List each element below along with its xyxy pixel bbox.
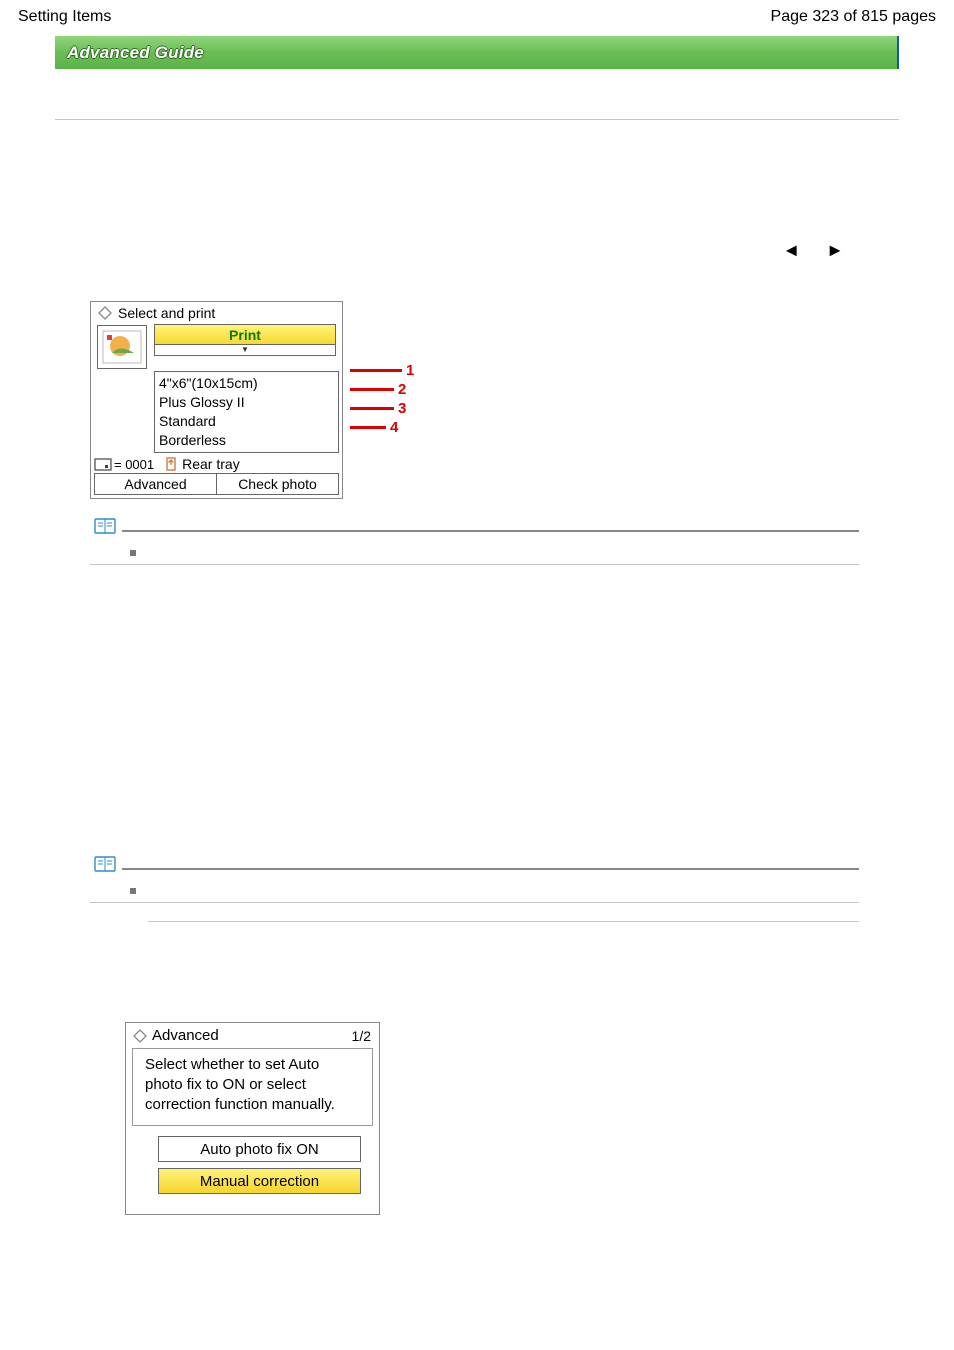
print-button[interactable]: Print (154, 324, 336, 345)
copy-count-label: = 0001 (114, 457, 154, 472)
print-button-label: Print (229, 327, 261, 343)
advanced-settings-screenshot: Advanced 1/2 Select whether to set Auto … (125, 1022, 380, 1215)
dropdown-indicator-icon[interactable]: ▼ (154, 345, 336, 356)
option-label: Manual correction (200, 1173, 319, 1190)
photo-thumbnail (97, 325, 147, 369)
page-counter: Page 323 of 815 pages (771, 8, 936, 26)
advanced-panel-title: Advanced (152, 1027, 219, 1044)
desc-line: Select whether to set Auto (145, 1055, 364, 1075)
next-arrow-icon[interactable]: ► (826, 240, 844, 261)
callout-2: 2 (398, 381, 406, 398)
prev-arrow-icon[interactable]: ◄ (782, 240, 800, 261)
nav-arrows: ◄ ► (55, 240, 899, 261)
setting-size: 4"x6"(10x15cm) (159, 374, 334, 393)
paper-source: Rear tray (164, 456, 240, 472)
callout-1: 1 (406, 362, 414, 379)
sub-rule (148, 921, 859, 922)
page-title: Setting Items (18, 8, 111, 26)
guide-banner: Advanced Guide (55, 36, 899, 69)
section-bullet-row (90, 873, 859, 903)
desc-line: photo fix to ON or select (145, 1075, 364, 1095)
rectangle-icon (94, 458, 112, 471)
check-photo-button[interactable]: Check photo (216, 473, 339, 495)
section-rule (122, 868, 859, 870)
diamond-icon (97, 305, 113, 321)
divider (55, 119, 899, 120)
paper-source-label: Rear tray (182, 456, 240, 472)
guide-banner-label: Advanced Guide (67, 43, 204, 63)
setting-quality: Standard (159, 412, 334, 431)
panel-title: Select and print (118, 305, 215, 321)
desc-line: correction function manually. (145, 1095, 364, 1115)
section-rule (122, 530, 859, 532)
callout-3: 3 (398, 400, 406, 417)
copy-count: = 0001 (94, 457, 154, 472)
advanced-page-indicator: 1/2 (352, 1028, 371, 1044)
advanced-button[interactable]: Advanced (94, 473, 216, 495)
diamond-icon (132, 1028, 148, 1044)
page-content: Advanced Guide ◄ ► Select and print (0, 36, 954, 1255)
manual-correction-option[interactable]: Manual correction (158, 1168, 361, 1194)
callouts: 1 2 3 4 (350, 361, 414, 437)
setting-border: Borderless (159, 431, 334, 450)
option-label: Auto photo fix ON (200, 1141, 318, 1158)
select-and-print-screenshot: Select and print (90, 301, 343, 499)
print-settings-list: 4"x6"(10x15cm) Plus Glossy II Standard B… (154, 371, 339, 453)
page-header: Setting Items Page 323 of 815 pages (0, 0, 954, 36)
advanced-description: Select whether to set Auto photo fix to … (132, 1048, 373, 1126)
square-bullet-icon (130, 550, 136, 556)
section-bullet-row (90, 535, 859, 565)
tray-icon (164, 457, 178, 471)
book-icon (94, 517, 116, 535)
callout-4: 4 (390, 419, 398, 436)
book-icon (94, 855, 116, 873)
auto-photo-fix-option[interactable]: Auto photo fix ON (158, 1136, 361, 1162)
setting-media: Plus Glossy II (159, 393, 334, 412)
lcd-panel: Select and print (90, 301, 343, 499)
square-bullet-icon (130, 888, 136, 894)
